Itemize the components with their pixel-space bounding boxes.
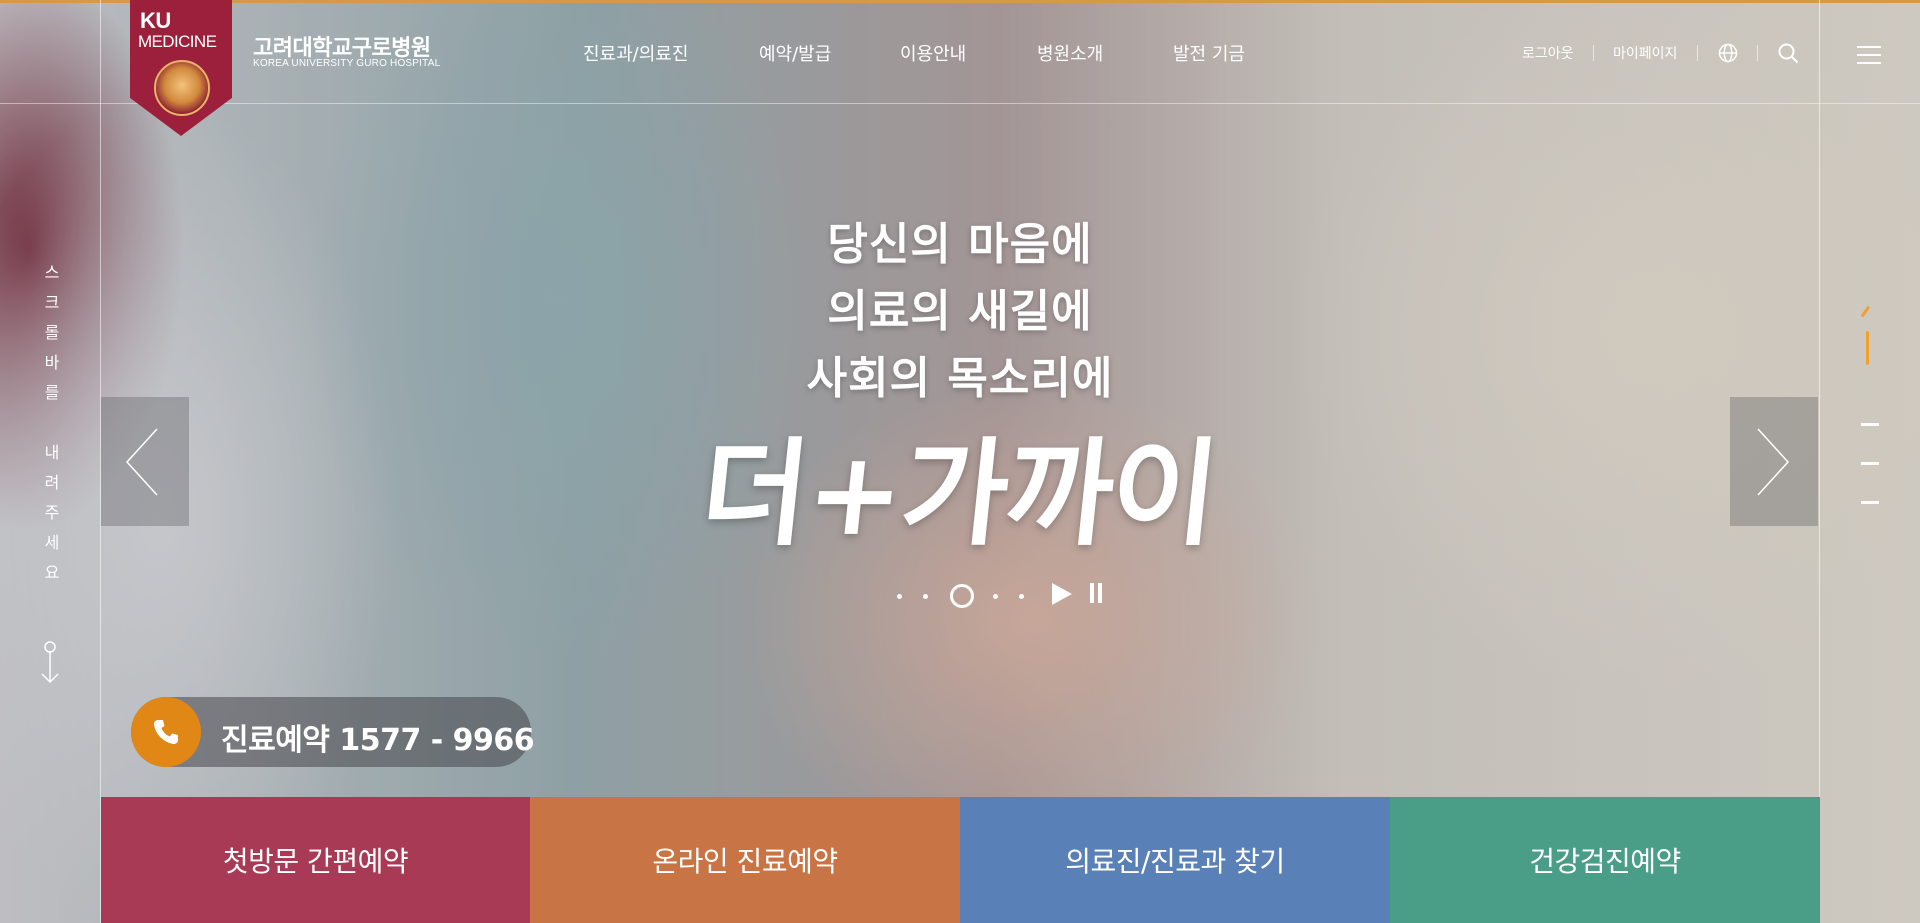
logout-link[interactable]: 로그아웃 — [1522, 43, 1574, 63]
hero-line-2: 의료의 새길에 — [827, 286, 1093, 337]
reservation-phone-label: 진료예약 1577 - 9966 — [221, 723, 535, 758]
top-accent-line — [0, 0, 1920, 3]
section-pager-active[interactable] — [1860, 305, 1874, 375]
hospital-name-en: KOREA UNIVERSITY GURO HOSPITAL — [253, 58, 441, 69]
nav-reservation[interactable]: 예약/발급 — [759, 40, 831, 66]
nav-guide[interactable]: 이용안내 — [900, 40, 966, 66]
logo-text-medicine: MEDICINE — [138, 32, 217, 51]
util-divider — [1593, 45, 1594, 61]
phone-icon — [131, 697, 201, 767]
util-divider — [1757, 45, 1758, 61]
nav-fund[interactable]: 발전 기금 — [1173, 40, 1245, 66]
hero-line-1: 당신의 마음에 — [827, 219, 1093, 270]
search-icon[interactable] — [1778, 43, 1799, 68]
tiger-emblem-icon — [154, 60, 210, 116]
section-pager-item[interactable] — [1861, 462, 1879, 465]
play-icon[interactable] — [1052, 583, 1072, 605]
pause-icon[interactable] — [1090, 583, 1102, 603]
hospital-logo[interactable]: KU MEDICINE — [130, 0, 232, 136]
header-divider — [0, 103, 1920, 104]
quick-first-visit-reservation[interactable]: 첫방문 간편예약 — [101, 797, 530, 923]
hamburger-menu-icon[interactable] — [1857, 45, 1881, 69]
hero-brush-title: 더+가까이 — [694, 426, 1224, 562]
globe-icon[interactable] — [1718, 43, 1738, 67]
mypage-link[interactable]: 마이페이지 — [1613, 43, 1677, 63]
logo-text-ku: KU — [140, 8, 171, 33]
hero-line-3: 사회의 목소리에 — [806, 353, 1114, 404]
section-pager-item[interactable] — [1861, 501, 1879, 504]
slide-dot-1[interactable] — [897, 594, 902, 599]
slide-dot-5[interactable] — [1019, 594, 1024, 599]
util-divider — [1697, 45, 1698, 61]
quick-online-reservation[interactable]: 온라인 진료예약 — [530, 797, 960, 923]
nav-about[interactable]: 병원소개 — [1037, 40, 1103, 66]
quick-health-checkup[interactable]: 건강검진예약 — [1390, 797, 1820, 923]
slide-dot-active[interactable] — [950, 584, 974, 608]
reservation-phone-pill[interactable]: 진료예약 1577 - 9966 — [131, 697, 535, 767]
slide-dot-2[interactable] — [923, 594, 928, 599]
nav-departments[interactable]: 진료과/의료진 — [583, 40, 688, 66]
section-pager-item[interactable] — [1861, 423, 1879, 426]
quick-find-doctor[interactable]: 의료진/진료과 찾기 — [960, 797, 1390, 923]
slide-dot-4[interactable] — [993, 594, 998, 599]
scroll-down-arrow-icon[interactable] — [38, 636, 64, 690]
